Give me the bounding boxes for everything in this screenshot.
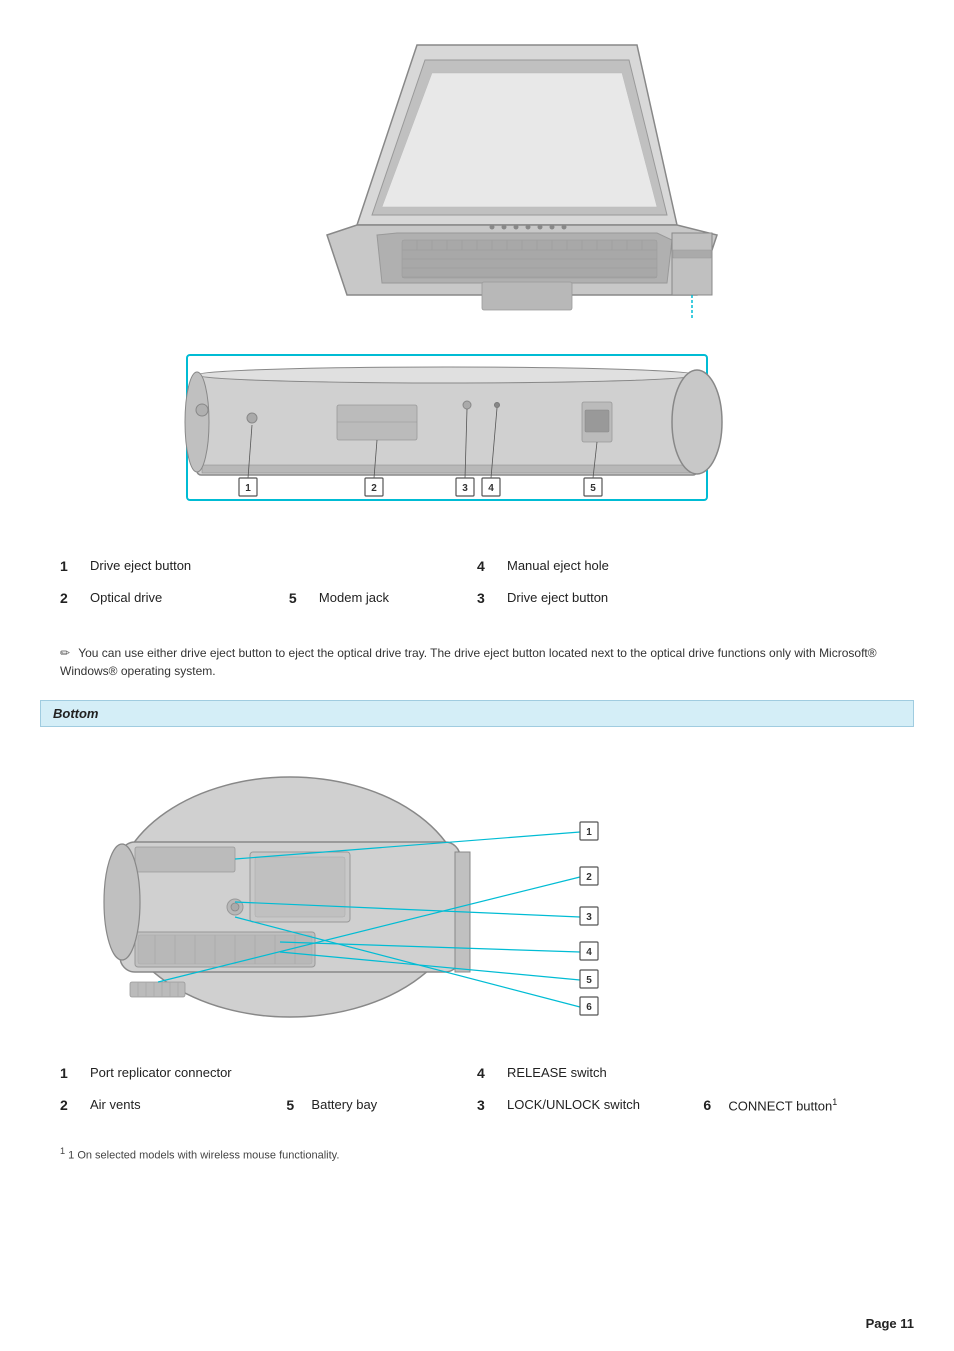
- side-panel-illustration: 1 2 3 4 5: [40, 350, 914, 520]
- svg-text:5: 5: [586, 975, 592, 986]
- bottom-label-row-3: 3 LOCK/UNLOCK switch 6 CONNECT button1: [477, 1089, 894, 1121]
- label-text-5: Modem jack: [319, 590, 477, 605]
- bottom-label-num-3: 3: [477, 1097, 507, 1113]
- note-text: You can use either drive eject button to…: [60, 646, 877, 678]
- footnote-marker: 1: [60, 1146, 65, 1156]
- label-row-2: 2 Optical drive 5 Modem jack: [60, 582, 477, 614]
- bottom-label-num-1: 1: [60, 1065, 90, 1081]
- bottom-label-text-4: RELEASE switch: [507, 1065, 894, 1080]
- label-num-3: 3: [477, 590, 507, 606]
- bottom-label-num-2: 2: [60, 1097, 90, 1113]
- label-text-3: Drive eject button: [507, 590, 894, 605]
- page-container: 1 2 3 4 5: [0, 0, 954, 1351]
- label-text-2: Optical drive: [90, 590, 248, 605]
- svg-text:2: 2: [586, 872, 592, 883]
- label-num-5: 5: [289, 590, 319, 606]
- bottom-label-row-1: 1 Port replicator connector: [60, 1057, 477, 1089]
- label-row-4: 4 Manual eject hole: [477, 550, 894, 582]
- bottom-label-row-4: 4 RELEASE switch: [477, 1057, 894, 1089]
- bottom-label-num-6: 6: [703, 1097, 728, 1113]
- bottom-illustration: 1 2 3 4 5 6: [40, 742, 914, 1032]
- label-text-1: Drive eject button: [90, 558, 477, 573]
- svg-text:3: 3: [586, 912, 592, 923]
- svg-text:2: 2: [371, 483, 377, 494]
- top-labels-grid: 1 Drive eject button 4 Manual eject hole…: [60, 550, 894, 614]
- bottom-label-text-1: Port replicator connector: [90, 1065, 477, 1080]
- bottom-labels-grid: 1 Port replicator connector 4 RELEASE sw…: [60, 1057, 894, 1121]
- label-row-3: 3 Drive eject button: [477, 582, 894, 614]
- label-text-4: Manual eject hole: [507, 558, 894, 573]
- footnote-text: 1 On selected models with wireless mouse…: [68, 1150, 339, 1162]
- laptop-top-illustration: [40, 20, 914, 340]
- side-panel-svg: 1 2 3 4 5: [177, 350, 777, 520]
- bottom-label-num-4: 4: [477, 1065, 507, 1081]
- label-row-1: 1 Drive eject button: [60, 550, 477, 582]
- bottom-label-text-3: LOCK/UNLOCK switch: [507, 1097, 673, 1112]
- svg-text:4: 4: [488, 483, 494, 494]
- svg-text:3: 3: [462, 483, 468, 494]
- svg-text:1: 1: [245, 483, 251, 494]
- svg-text:5: 5: [590, 483, 596, 494]
- svg-text:4: 4: [586, 947, 592, 958]
- label-num-4: 4: [477, 558, 507, 574]
- bottom-label-text-2: Air vents: [90, 1097, 256, 1112]
- footnote: 1 1 On selected models with wireless mou…: [40, 1141, 914, 1167]
- bottom-label-num-5: 5: [286, 1097, 311, 1113]
- svg-text:6: 6: [586, 1002, 592, 1013]
- bottom-label-text-6: CONNECT button1: [728, 1097, 894, 1113]
- bottom-labels-section: 1 Port replicator connector 4 RELEASE sw…: [40, 1057, 914, 1121]
- laptop-illustration-svg: [217, 25, 737, 335]
- note-icon: ✏: [60, 644, 70, 662]
- bottom-illustration-svg: 1 2 3 4 5 6: [80, 742, 680, 1032]
- top-labels-section: 1 Drive eject button 4 Manual eject hole…: [40, 550, 914, 614]
- label-num-2: 2: [60, 590, 90, 606]
- section-header-bottom: Bottom: [40, 700, 914, 727]
- note-section: ✏ You can use either drive eject button …: [40, 634, 914, 700]
- label-num-1: 1: [60, 558, 90, 574]
- bottom-label-text-5: Battery bay: [311, 1097, 477, 1112]
- bottom-label-row-2: 2 Air vents 5 Battery bay: [60, 1089, 477, 1121]
- svg-text:1: 1: [586, 827, 592, 838]
- page-number: Page 11: [866, 1316, 914, 1331]
